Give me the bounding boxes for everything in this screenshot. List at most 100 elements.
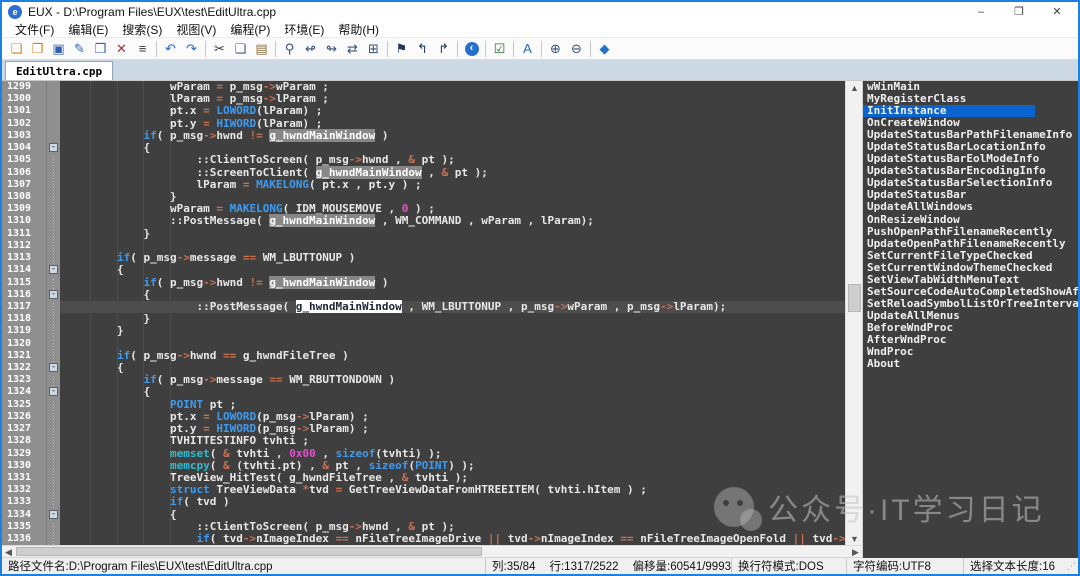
- find-button[interactable]: ⚲: [279, 39, 300, 59]
- symbol-item[interactable]: UpdateStatusBarLocationInfo: [863, 141, 1078, 153]
- menu-item-help[interactable]: 帮助(H): [331, 21, 386, 38]
- menu-item-environment[interactable]: 环境(E): [277, 21, 331, 38]
- symbol-item[interactable]: About: [863, 358, 1078, 370]
- redo-button[interactable]: ↷: [181, 39, 202, 59]
- bookmark-next-button[interactable]: ↱: [433, 39, 454, 59]
- code-line[interactable]: lParam = MAKELONG( pt.x , pt.y ) ;: [60, 179, 845, 191]
- undo-button[interactable]: ↶: [160, 39, 181, 59]
- code-token: g_hwndFileTree ): [236, 349, 349, 362]
- save-file-button[interactable]: ▣: [48, 39, 69, 59]
- replace-all-button[interactable]: ⊞: [363, 39, 384, 59]
- line-list-button[interactable]: ≡: [132, 39, 153, 59]
- fold-marker-icon[interactable]: -: [49, 143, 58, 152]
- line-number: 1332: [2, 484, 46, 496]
- minimize-button[interactable]: –: [962, 2, 1000, 22]
- code-line[interactable]: ::PostMessage( g_hwndMainWindow , WM_COM…: [60, 215, 845, 227]
- copy-button[interactable]: ❑: [230, 39, 251, 59]
- new-file-button[interactable]: ❏: [6, 39, 27, 59]
- scroll-left-arrow-icon[interactable]: ◀: [2, 546, 15, 558]
- symbol-item[interactable]: OnCreateWindow: [863, 117, 1078, 129]
- code-line[interactable]: if( p_msg->hwnd != g_hwndMainWindow ): [60, 130, 845, 142]
- code-token: ->: [263, 92, 276, 105]
- symbol-item[interactable]: AfterWndProc: [863, 334, 1078, 346]
- bookmark-toggle-button[interactable]: ⚑: [391, 39, 412, 59]
- symbol-item[interactable]: PushOpenPathFilenameRecently: [863, 226, 1078, 238]
- menu-item-edit[interactable]: 编辑(E): [61, 21, 115, 38]
- code-line[interactable]: }: [60, 325, 845, 337]
- find-next-button[interactable]: ↬: [321, 39, 342, 59]
- code-token: wParam: [64, 81, 216, 93]
- fold-marker-icon[interactable]: -: [49, 510, 58, 519]
- code-token: if: [117, 251, 130, 264]
- symbol-item[interactable]: MyRegisterClass: [863, 93, 1078, 105]
- menu-item-program[interactable]: 编程(P): [223, 21, 277, 38]
- title-bar[interactable]: e EUX - D:\Program Files\EUX\test\EditUl…: [2, 2, 1078, 22]
- symbol-item[interactable]: UpdateStatusBarEolModeInfo: [863, 153, 1078, 165]
- color-scheme-button[interactable]: A: [517, 39, 538, 59]
- symbol-item[interactable]: wWinMain: [863, 81, 1078, 93]
- symbol-item[interactable]: SetReloadSymbolListOrTreeIntervalMe: [863, 298, 1078, 310]
- menu-item-file[interactable]: 文件(F): [8, 21, 61, 38]
- symbol-item[interactable]: UpdateAllWindows: [863, 201, 1078, 213]
- bookmark-prev-button[interactable]: ↰: [412, 39, 433, 59]
- close-file-button[interactable]: ✕: [111, 39, 132, 59]
- open-file-button[interactable]: ❐: [27, 39, 48, 59]
- code-line[interactable]: if( p_msg->hwnd == g_hwndFileTree ): [60, 350, 845, 362]
- close-button[interactable]: ✕: [1038, 2, 1076, 22]
- vertical-scroll-thumb[interactable]: [848, 284, 861, 312]
- replace-button[interactable]: ⇄: [342, 39, 363, 59]
- zoom-out-button[interactable]: ⊖: [566, 39, 587, 59]
- tab-editultra-cpp[interactable]: EditUltra.cpp: [5, 61, 113, 80]
- code-line-current[interactable]: ::PostMessage( g_hwndMainWindow , WM_LBU…: [60, 301, 845, 313]
- scroll-down-arrow-icon[interactable]: ▼: [846, 532, 863, 546]
- symbol-item[interactable]: UpdateStatusBarPathFilenameInfo: [863, 129, 1078, 141]
- navigate-back-icon: ‹: [465, 42, 479, 56]
- find-prev-button[interactable]: ↫: [300, 39, 321, 59]
- maximize-button[interactable]: ❐: [1000, 2, 1038, 22]
- syntax-check-button[interactable]: ☑: [489, 39, 510, 59]
- symbol-item[interactable]: UpdateAllMenus: [863, 310, 1078, 322]
- navigate-back-button[interactable]: ‹: [461, 39, 482, 59]
- fold-marker-icon[interactable]: -: [49, 363, 58, 372]
- symbol-item[interactable]: SetSourceCodeAutoCompletedShowAfter: [863, 286, 1078, 298]
- save-all-button[interactable]: ❒: [90, 39, 111, 59]
- horizontal-scrollbar[interactable]: ◀ ▶: [2, 545, 862, 557]
- symbol-item[interactable]: WndProc: [863, 346, 1078, 358]
- code-area[interactable]: wParam = p_msg->wParam ; lParam = p_msg-…: [60, 81, 845, 546]
- code-line[interactable]: }: [60, 228, 845, 240]
- about-button[interactable]: ◆: [594, 39, 615, 59]
- resize-grip-icon[interactable]: ⋰: [1066, 561, 1078, 572]
- fold-marker-icon[interactable]: -: [49, 290, 58, 299]
- code-token: ->: [263, 81, 276, 93]
- code-line[interactable]: if( tvd->nImageIndex == nFileTreeImageDr…: [60, 533, 845, 545]
- symbol-item[interactable]: SetCurrentWindowThemeChecked: [863, 262, 1078, 274]
- symbol-item[interactable]: SetCurrentFileTypeChecked: [863, 250, 1078, 262]
- code-line[interactable]: if( p_msg->hwnd != g_hwndMainWindow ): [60, 277, 845, 289]
- line-number: 1301: [2, 105, 46, 117]
- zoom-in-button[interactable]: ⊕: [545, 39, 566, 59]
- vertical-scrollbar[interactable]: ▲ ▼: [845, 81, 862, 546]
- code-line[interactable]: if( p_msg->message == WM_LBUTTONUP ): [60, 252, 845, 264]
- save-as-button[interactable]: ✎: [69, 39, 90, 59]
- symbol-item[interactable]: BeforeWndProc: [863, 322, 1078, 334]
- fold-marker-icon[interactable]: -: [49, 387, 58, 396]
- cut-button[interactable]: ✂: [209, 39, 230, 59]
- fold-marker-icon[interactable]: -: [49, 265, 58, 274]
- horizontal-scroll-thumb[interactable]: [16, 547, 482, 556]
- scroll-right-arrow-icon[interactable]: ▶: [849, 546, 862, 558]
- paste-button[interactable]: ▤: [251, 39, 272, 59]
- menu-item-search[interactable]: 搜索(S): [115, 21, 169, 38]
- scroll-up-arrow-icon[interactable]: ▲: [846, 81, 863, 95]
- symbol-item[interactable]: InitInstance: [863, 105, 1035, 117]
- symbol-item[interactable]: UpdateStatusBarSelectionInfo: [863, 177, 1078, 189]
- menu-item-view[interactable]: 视图(V): [169, 21, 223, 38]
- code-line[interactable]: if( p_msg->message == WM_RBUTTONDOWN ): [60, 374, 845, 386]
- code-line[interactable]: }: [60, 313, 845, 325]
- symbol-item[interactable]: OnResizeWindow: [863, 214, 1078, 226]
- symbol-item[interactable]: UpdateOpenPathFilenameRecently: [863, 238, 1078, 250]
- status-encoding: 字符编码:UTF8: [847, 558, 964, 574]
- symbol-item[interactable]: UpdateStatusBar: [863, 189, 1078, 201]
- code-line[interactable]: if( tvd ): [60, 496, 845, 508]
- symbol-item[interactable]: SetViewTabWidthMenuText: [863, 274, 1078, 286]
- symbol-item[interactable]: UpdateStatusBarEncodingInfo: [863, 165, 1078, 177]
